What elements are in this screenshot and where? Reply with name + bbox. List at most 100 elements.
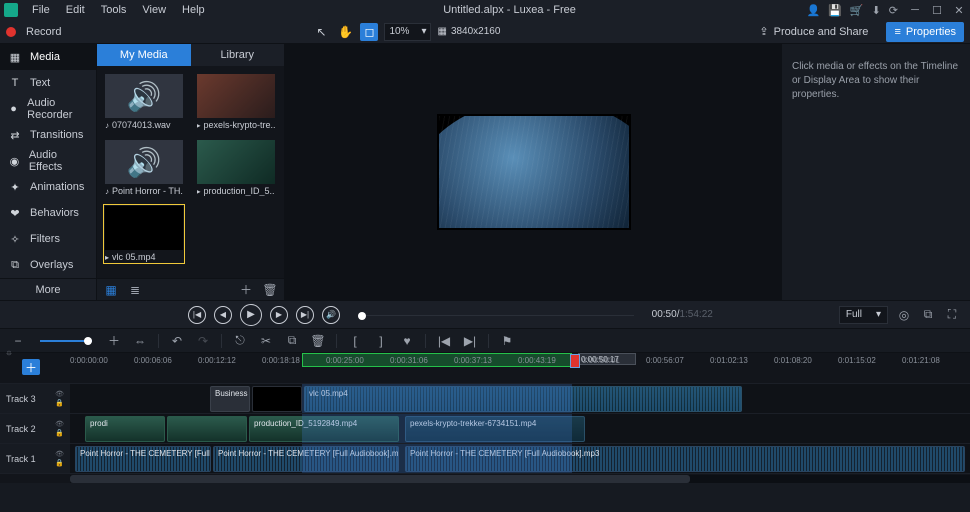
clip-label: Point Horror - THE CEMETERY [Full Aidiob…	[80, 449, 211, 458]
tab-my-media[interactable]: My Media	[97, 44, 191, 66]
snapshot-button[interactable]: ◎	[896, 307, 912, 323]
track-header[interactable]: Track 3 👁🔒	[0, 384, 70, 413]
maximize-button[interactable]: ☐	[930, 4, 944, 17]
sidebar-item-media[interactable]: ▦Media	[0, 44, 96, 70]
sidebar-item-animations[interactable]: ✦Animations	[0, 174, 96, 200]
marker-button[interactable]: ♥	[399, 333, 415, 349]
sidebar-item-overlays[interactable]: ⧉Overlays	[0, 252, 96, 278]
menu-view[interactable]: View	[134, 2, 174, 18]
mark-in-button[interactable]: [	[347, 333, 363, 349]
timeline-scrollbar[interactable]	[0, 473, 970, 483]
timeline-ruler[interactable]: 0:00:50:17 0:00:00:000:00:06:060:00:12:1…	[70, 353, 970, 383]
fullscreen-button[interactable]: ⛶	[944, 307, 960, 323]
media-thumb[interactable]: 🔊♪Point Horror - TH...	[105, 140, 183, 196]
copy-button[interactable]: ⧉	[284, 333, 300, 349]
ruler-tick: 0:01:21:08	[902, 356, 940, 365]
more-button[interactable]: More	[0, 278, 96, 300]
timeline-clip[interactable]: Point Horror - THE CEMETERY [Full Audiob…	[213, 446, 399, 472]
volume-button[interactable]: 🔊	[322, 306, 340, 324]
sidebar-item-audio-recorder[interactable]: ●Audio Recorder	[0, 96, 96, 122]
track-header[interactable]: Track 1👁🔒	[0, 444, 70, 473]
media-thumb[interactable]: ▸pexels-krypto-tre...	[197, 74, 275, 130]
menu-edit[interactable]: Edit	[58, 2, 93, 18]
properties-button[interactable]: ≡Properties	[886, 22, 964, 42]
cut-button[interactable]: ✂	[258, 333, 274, 349]
undo-button[interactable]: ↶	[169, 333, 185, 349]
lock-icon[interactable]: 🔒	[55, 429, 64, 437]
menu-help[interactable]: Help	[174, 2, 213, 18]
cart-icon[interactable]: 🛒	[850, 4, 864, 17]
save-icon[interactable]: 💾	[828, 4, 842, 17]
skip-start-button[interactable]: |◀	[188, 306, 206, 324]
prev-frame-button[interactable]: ◀	[214, 306, 232, 324]
grid-view-button[interactable]: ▦	[103, 282, 119, 298]
track-content[interactable]: Business vlc 05.mp4	[70, 384, 970, 413]
sidebar-item-audio-effects[interactable]: ◉Audio Effects	[0, 148, 96, 174]
track-content[interactable]: prodi production_ID_5192849.mp4pexels-kry…	[70, 414, 970, 443]
preview-size-select[interactable]: Full▾	[839, 306, 888, 324]
skip-end-button[interactable]: ▶|	[296, 306, 314, 324]
sidebar-item-behaviors[interactable]: ❤Behaviors	[0, 200, 96, 226]
sidebar-item-transitions[interactable]: ⇄Transitions	[0, 122, 96, 148]
delete-media-button[interactable]: 🗑	[262, 282, 278, 298]
download-icon[interactable]: ⬇	[872, 4, 881, 17]
add-track-button[interactable]: ＋	[22, 359, 40, 375]
visibility-icon[interactable]: 👁	[55, 390, 64, 398]
visibility-icon[interactable]: 👁	[55, 450, 64, 458]
mark-out-button[interactable]: ]	[373, 333, 389, 349]
menu-file[interactable]: File	[24, 2, 58, 18]
hand-tool-button[interactable]: ✋	[336, 23, 354, 41]
timeline-clip[interactable]	[252, 386, 302, 412]
sidebar-item-text[interactable]: TText	[0, 70, 96, 96]
lock-icon[interactable]: 🔒	[55, 399, 64, 407]
timeline-clip[interactable]	[167, 416, 247, 442]
ruler-tick: 0:00:00:00	[70, 356, 108, 365]
media-thumb[interactable]: 🔊♪07074013.wav	[105, 74, 183, 130]
timeline-clip[interactable]: prodi	[85, 416, 165, 442]
snap-toggle-icon[interactable]: ⯐	[0, 353, 70, 357]
play-button[interactable]: ▶	[240, 304, 262, 326]
split-button[interactable]: ⎋	[232, 333, 248, 349]
list-view-button[interactable]: ≣	[127, 282, 143, 298]
next-frame-button[interactable]: ▶	[270, 306, 288, 324]
minimize-button[interactable]: ─	[908, 4, 922, 17]
track-label: Track 3	[6, 394, 36, 404]
sync-icon[interactable]: ⟳	[889, 4, 898, 17]
redo-button[interactable]: ↷	[195, 333, 211, 349]
lock-icon[interactable]: 🔒	[55, 459, 64, 467]
timeline-clip[interactable]: Business	[210, 386, 250, 412]
visibility-icon[interactable]: 👁	[55, 420, 64, 428]
fit-zoom-button[interactable]: ⇔	[132, 333, 148, 349]
pointer-tool-button[interactable]: ↖	[312, 23, 330, 41]
detach-preview-button[interactable]: ⧉	[920, 307, 936, 323]
zoom-out-button[interactable]: −	[10, 333, 26, 349]
close-button[interactable]: ✕	[952, 4, 966, 17]
menu-tools[interactable]: Tools	[93, 2, 135, 18]
timeline-clip[interactable]: vlc 05.mp4	[304, 386, 742, 412]
timeline-clip[interactable]: pexels-krypto-trekker-6734151.mp4	[405, 416, 585, 442]
prev-marker-button[interactable]: |◀	[436, 333, 452, 349]
timeline-clip[interactable]: Point Horror - THE CEMETERY [Full Audiob…	[405, 446, 965, 472]
delete-button[interactable]: 🗑	[310, 333, 326, 349]
produce-share-button[interactable]: ⇪Produce and Share	[751, 22, 876, 42]
account-icon[interactable]: 👤	[806, 4, 820, 17]
track-content[interactable]: Point Horror - THE CEMETERY [Full Aidiob…	[70, 444, 970, 473]
add-media-button[interactable]: ＋	[238, 282, 254, 298]
sidebar-item-filters[interactable]: ✧Filters	[0, 226, 96, 252]
tab-library[interactable]: Library	[191, 44, 285, 66]
zoom-select[interactable]: 10%▾	[384, 23, 431, 41]
zoom-slider[interactable]	[40, 340, 92, 342]
zoom-in-button[interactable]: ＋	[106, 333, 122, 349]
media-thumb[interactable]: ▸production_ID_5...	[197, 140, 275, 196]
playback-slider[interactable]	[358, 314, 634, 316]
flag-button[interactable]: ⚑	[499, 333, 515, 349]
next-marker-button[interactable]: ▶|	[462, 333, 478, 349]
crop-tool-button[interactable]: ◻	[360, 23, 378, 41]
thumb-label: pexels-krypto-tre...	[204, 120, 275, 130]
media-thumb[interactable]: ▸vlc 05.mp4	[105, 206, 183, 262]
track-header[interactable]: Track 2👁🔒	[0, 414, 70, 443]
timeline-clip[interactable]: production_ID_5192849.mp4	[249, 416, 399, 442]
timeline-clip[interactable]: Point Horror - THE CEMETERY [Full Aidiob…	[75, 446, 211, 472]
preview-area[interactable]	[285, 44, 782, 300]
record-button[interactable]: Record	[26, 26, 61, 38]
